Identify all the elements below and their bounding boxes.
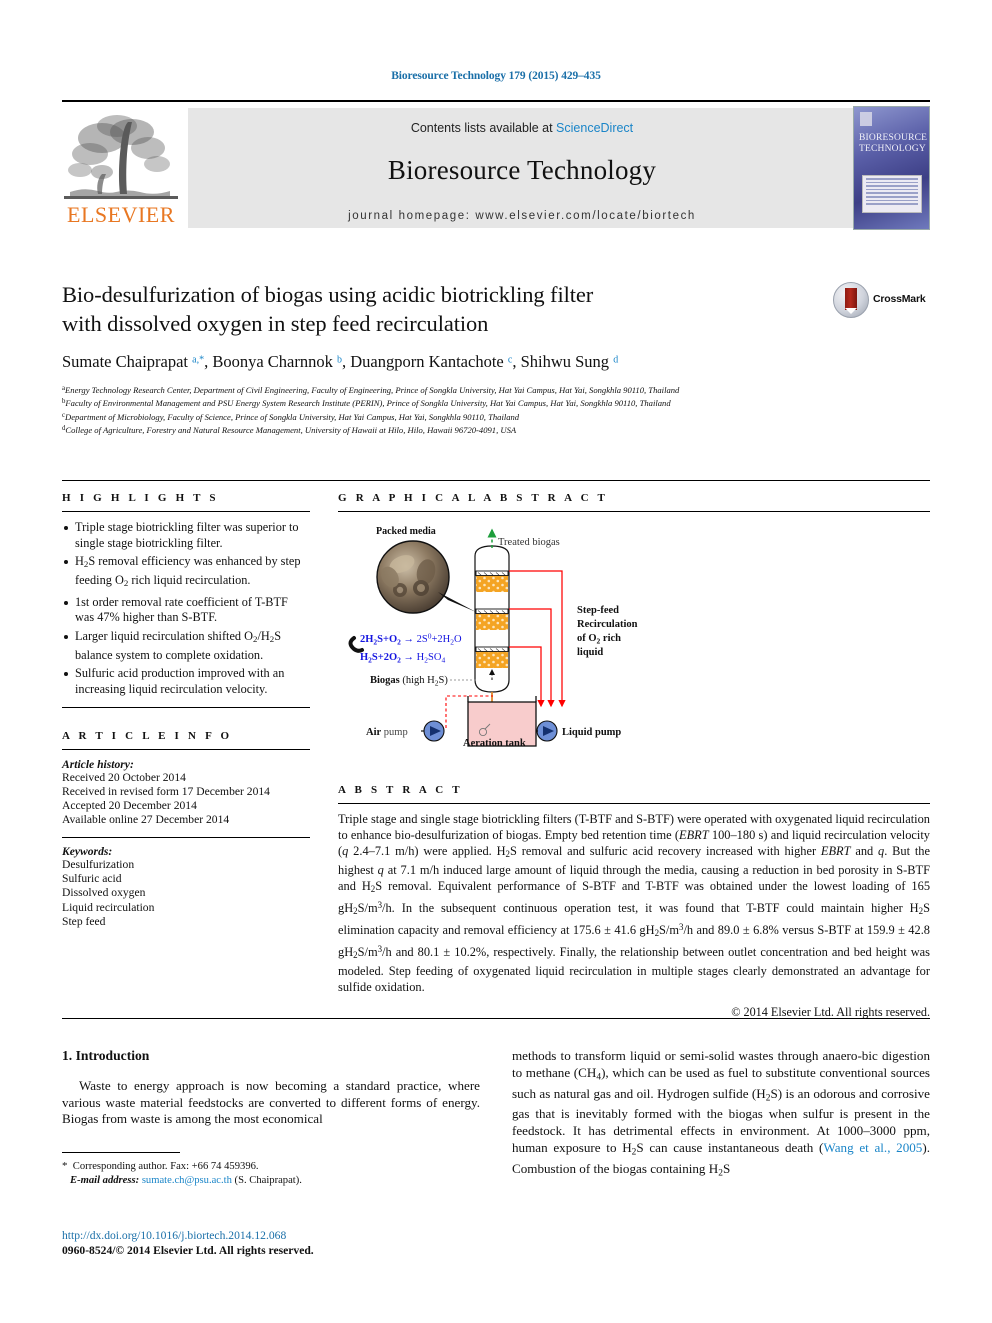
journal-cover-thumbnail: BIORESOURCE TECHNOLOGY <box>853 106 930 230</box>
body-divider <box>62 1018 930 1019</box>
keyword-item: Desulfurization <box>62 857 135 871</box>
abstract-block: A B S T R A C T Triple stage and single … <box>338 784 930 1020</box>
article-info-rule <box>62 748 310 750</box>
keywords-divider <box>62 836 310 838</box>
affiliation-d: dCollege of Agriculture, Forestry and Na… <box>62 423 930 436</box>
elsevier-logo: ELSEVIER <box>62 108 180 228</box>
doi-link[interactable]: http://dx.doi.org/10.1016/j.biortech.201… <box>62 1228 562 1243</box>
body-column-left: 1. Introduction Waste to energy approach… <box>62 1048 480 1128</box>
contents-prefix: Contents lists available at <box>410 121 557 135</box>
cover-subtext <box>860 157 923 162</box>
cover-figure-box <box>862 175 922 213</box>
keyword-item: Liquid recirculation <box>62 900 155 914</box>
list-item: H2S removal efficiency was enhanced by s… <box>62 554 310 592</box>
body-column-right: methods to transform liquid or semi-soli… <box>512 1048 930 1182</box>
document-footer: http://dx.doi.org/10.1016/j.biortech.201… <box>62 1228 562 1258</box>
email-link[interactable]: sumate.ch@psu.ac.th <box>142 1175 232 1186</box>
crossmark-label: CrossMark <box>873 293 926 305</box>
article-history-label: Article history: <box>62 757 134 771</box>
intro-paragraph: Waste to energy approach is now becoming… <box>62 1078 480 1127</box>
keyword-item: Sulfuric acid <box>62 872 122 886</box>
highlights-heading: H I G H L I G H T S <box>62 492 219 504</box>
list-item: Sulfuric acid production improved with a… <box>62 666 310 697</box>
highlights-list: Triple stage biotrickling filter was sup… <box>62 520 310 698</box>
section-divider-top <box>62 480 930 481</box>
label-aeration-tank: Aeration tank <box>463 738 526 748</box>
contents-available-line: Contents lists available at ScienceDirec… <box>188 121 856 135</box>
abstract-rule <box>338 803 930 804</box>
list-item: 1st order removal rate coefficient of T-… <box>62 595 310 626</box>
cover-footer <box>860 215 923 223</box>
highlights-rule <box>62 511 310 512</box>
article-history-item: Received 20 October 2014 <box>62 770 186 784</box>
affiliation-b: bFaculty of Environmental Management and… <box>62 396 930 409</box>
email-suffix: (S. Chaiprapat). <box>234 1175 302 1186</box>
right-column: G R A P H I C A L A B S T R A C T Packed… <box>338 492 930 1020</box>
corresponding-author-note: * Corresponding author. Fax: +66 74 4593… <box>62 1160 259 1172</box>
list-item: Triple stage biotrickling filter was sup… <box>62 520 310 551</box>
label-step-feed-2: Recirculation <box>577 619 638 630</box>
journal-title: Bioresource Technology <box>387 155 657 185</box>
article-info-block: A R T I C L E I N F O Article history: R… <box>62 730 310 930</box>
cover-title-line1: BIORESOURCE <box>859 133 928 143</box>
affiliation-text-a: Energy Technology Research Center, Depar… <box>65 385 680 396</box>
article-first-page: Bioresource Technology 179 (2015) 429–43… <box>0 0 992 1323</box>
graphical-abstract-figure: Packed media Treated biogas Step-feed Re… <box>338 520 930 749</box>
intro-paragraph-continued: methods to transform liquid or semi-soli… <box>512 1048 930 1178</box>
title-line-2: with dissolved oxygen in step feed recir… <box>62 311 489 336</box>
label-packed-media: Packed media <box>376 526 436 537</box>
biotrickling-filter-diagram: Packed media Treated biogas Step-feed Re… <box>348 526 638 749</box>
title-line-1: Bio-desulfurization of biogas using acid… <box>62 282 594 307</box>
journal-masthead: ELSEVIER Contents lists available at Sci… <box>62 100 930 230</box>
highlights-bottom-rule <box>62 706 310 708</box>
abstract-heading: A B S T R A C T <box>338 784 463 796</box>
author-list: Sumate Chaiprapat a,*, Boonya Charnnok b… <box>62 352 619 371</box>
keyword-item: Dissolved oxygen <box>62 886 146 900</box>
journal-homepage-link[interactable]: journal homepage: www.elsevier.com/locat… <box>188 210 856 222</box>
article-history-item: Available online 27 December 2014 <box>62 813 230 827</box>
page-title: Bio-desulfurization of biogas using acid… <box>62 280 722 338</box>
left-column: H I G H L I G H T S Triple stage biotric… <box>62 492 310 929</box>
issn-copyright: 0960-8524/© 2014 Elsevier Ltd. All right… <box>62 1244 314 1257</box>
affiliation-text-b: Faculty of Environmental Management and … <box>65 398 671 409</box>
affiliation-a: aEnergy Technology Research Center, Depa… <box>62 383 930 396</box>
email-note: E-mail address: sumate.ch@psu.ac.th (S. … <box>62 1174 480 1188</box>
affiliation-text-d: College of Agriculture, Forestry and Nat… <box>65 424 517 435</box>
cover-elsevier-mark <box>860 112 872 126</box>
footnote-rule <box>62 1152 180 1153</box>
sciencedirect-link[interactable]: ScienceDirect <box>556 121 633 135</box>
label-air-pump: Air pump <box>366 727 408 738</box>
keyword-item: Step feed <box>62 914 106 928</box>
masthead-center: Contents lists available at ScienceDirec… <box>188 108 856 228</box>
abstract-text: Triple stage and single stage biotrickli… <box>338 812 931 995</box>
graphical-abstract-rule <box>338 511 930 512</box>
label-biogas-inlet: Biogas (high H2S) <box>370 675 448 688</box>
title-block: CrossMark Bio-desulfurization of biogas … <box>62 280 930 436</box>
label-step-feed-1: Step-feed <box>577 605 619 616</box>
label-treated-biogas: Treated biogas <box>498 537 560 548</box>
label-step-feed-3: of O2 rich <box>577 633 621 646</box>
elsevier-tree-icon <box>64 115 178 199</box>
section-heading-introduction: 1. Introduction <box>62 1048 150 1063</box>
label-equation-2: H2S+2O2 → H2SO4 <box>360 652 445 665</box>
article-info-heading: A R T I C L E I N F O <box>62 729 233 742</box>
crossmark-badge[interactable]: CrossMark <box>833 282 928 318</box>
label-liquid-pump: Liquid pump <box>562 727 621 738</box>
elsevier-wordmark: ELSEVIER <box>67 202 175 227</box>
article-history-item: Accepted 20 December 2014 <box>62 799 197 813</box>
list-item: Larger liquid recirculation shifted O2/H… <box>62 629 310 663</box>
article-history-item: Received in revised form 17 December 201… <box>62 784 270 798</box>
email-label: E-mail address: <box>70 1175 140 1186</box>
keywords-label: Keywords: <box>62 844 113 858</box>
cover-title-line2: TECHNOLOGY <box>859 143 926 154</box>
running-head: Bioresource Technology 179 (2015) 429–43… <box>391 70 601 82</box>
crossmark-icon <box>833 282 869 318</box>
graphical-abstract-heading: G R A P H I C A L A B S T R A C T <box>338 492 609 504</box>
footnote-block: * Corresponding author. Fax: +66 74 4593… <box>62 1152 480 1188</box>
label-step-feed-4: liquid <box>577 647 603 658</box>
affiliation-c: cDepartment of Microbiology, Faculty of … <box>62 410 930 423</box>
affiliation-list: aEnergy Technology Research Center, Depa… <box>62 383 930 436</box>
label-equation-1: 2H2S+O2 → 2S0+2H2O <box>360 632 462 647</box>
affiliation-text-c: Department of Microbiology, Faculty of S… <box>65 411 520 422</box>
